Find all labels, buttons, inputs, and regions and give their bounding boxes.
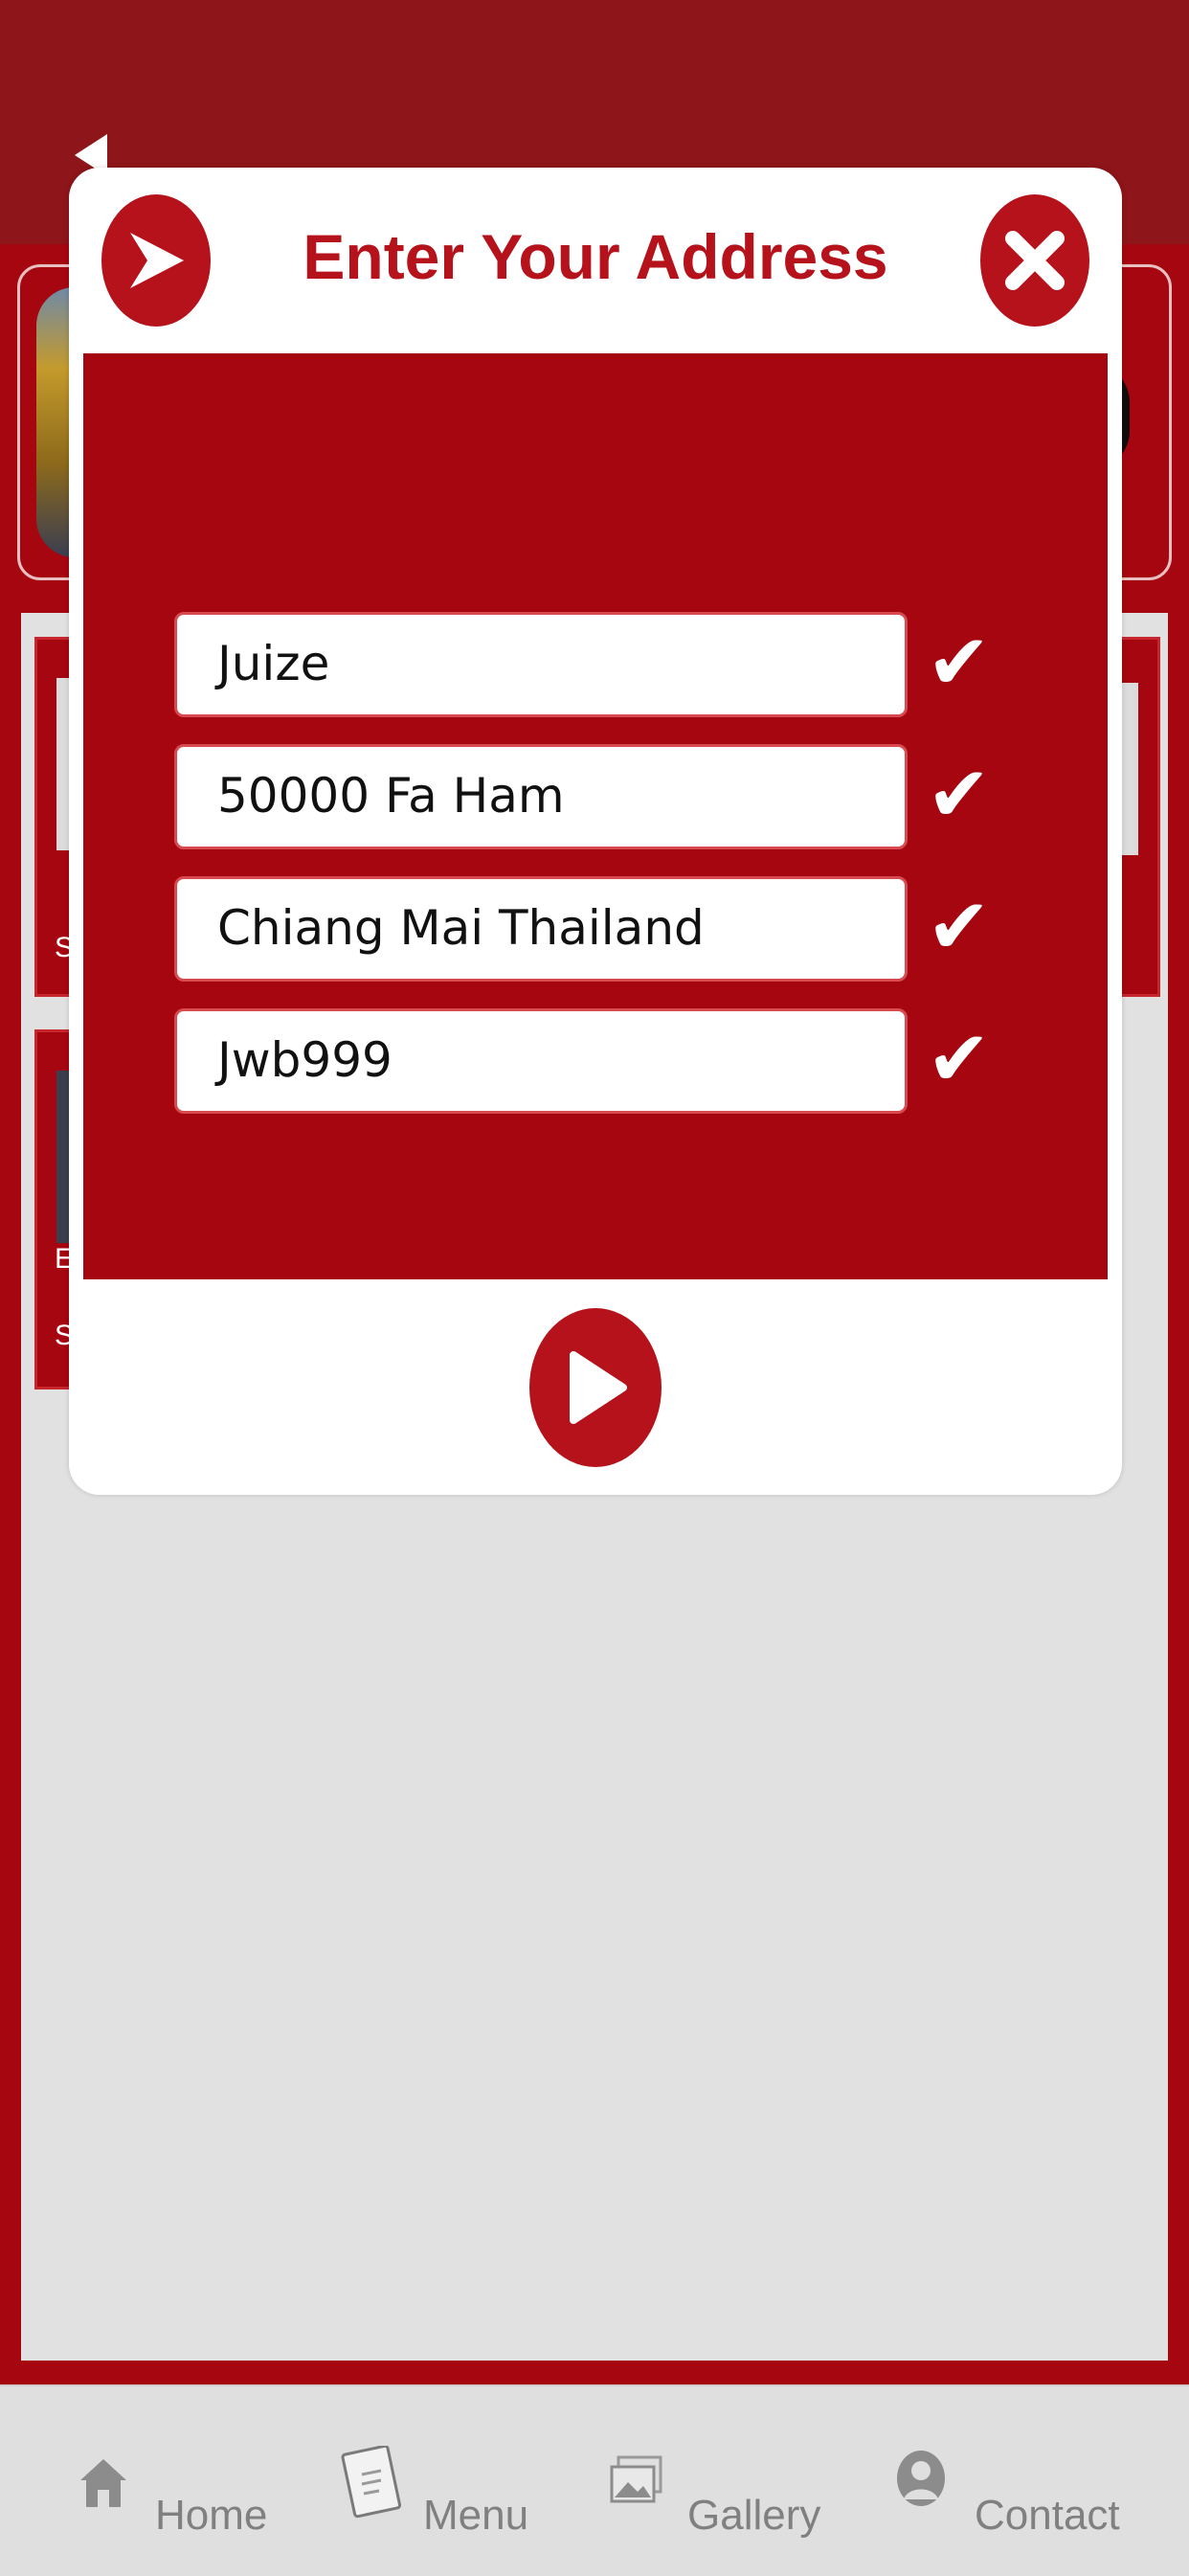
check-icon: ✔	[927, 1014, 992, 1103]
modal-title: Enter Your Address	[303, 221, 888, 292]
submit-button[interactable]	[529, 1308, 662, 1467]
check-icon: ✔	[927, 882, 992, 971]
code-field-value: Jwb999	[217, 1032, 393, 1088]
home-icon	[80, 2459, 126, 2507]
tab-home[interactable]: Home	[77, 2386, 287, 2576]
name-field-value: Juize	[217, 636, 330, 691]
menu-book-icon	[341, 2446, 402, 2519]
check-icon: ✔	[927, 618, 992, 707]
play-icon	[570, 1351, 627, 1424]
contact-icon	[897, 2451, 945, 2506]
code-field[interactable]: Jwb999	[174, 1008, 908, 1114]
tab-gallery[interactable]: Gallery	[609, 2386, 839, 2576]
close-icon	[1005, 231, 1065, 290]
close-button[interactable]	[980, 194, 1089, 327]
tab-contact[interactable]: Contact	[894, 2386, 1133, 2576]
address-form: Juize ✔ 50000 Fa Ham ✔ Chiang Mai Thaila…	[83, 353, 1108, 1279]
city-field-value: Chiang Mai Thailand	[217, 900, 705, 956]
tab-home-label: Home	[155, 2492, 268, 2539]
street-field-value: 50000 Fa Ham	[217, 768, 565, 824]
tab-menu[interactable]: Menu	[341, 2386, 561, 2576]
tab-gallery-label: Gallery	[687, 2492, 821, 2539]
address-modal: Enter Your Address Juize ✔ 50000 Fa Ham …	[69, 168, 1122, 1495]
tab-menu-label: Menu	[423, 2492, 529, 2539]
street-field[interactable]: 50000 Fa Ham	[174, 744, 908, 849]
name-field[interactable]: Juize	[174, 612, 908, 717]
gallery-icon	[610, 2455, 662, 2503]
tab-contact-label: Contact	[975, 2492, 1120, 2539]
check-icon: ✔	[927, 750, 992, 839]
tab-bar: Home Menu Gallery Contact	[0, 2384, 1189, 2576]
city-field[interactable]: Chiang Mai Thailand	[174, 876, 908, 982]
